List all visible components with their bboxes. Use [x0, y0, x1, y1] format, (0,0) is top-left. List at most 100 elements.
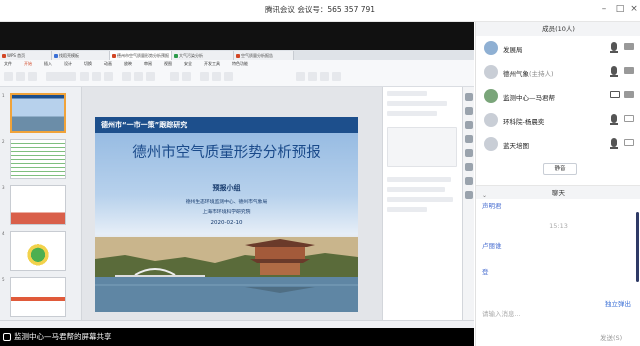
- mic-base: [610, 147, 618, 149]
- align-center-icon[interactable]: [134, 72, 143, 81]
- slide[interactable]: 德州市“一市一策”跟踪研究 德州市空气质量形势分析预报 预报小组 德州生态环境监…: [95, 117, 358, 312]
- share-banner-text: 监测中心—马君帮的屏幕共享: [14, 332, 112, 341]
- shared-screen: WPS 首页 找稻壳模板 德州市空气质量形势分析预报 大气污染分析 空气质量分析…: [0, 22, 474, 346]
- avatar: [484, 137, 498, 151]
- image-icon[interactable]: [224, 72, 233, 81]
- sidebar-icon[interactable]: [465, 177, 473, 185]
- arrange-icon[interactable]: [296, 72, 305, 81]
- sidebar-icon[interactable]: [465, 163, 473, 171]
- wps-window: WPS 首页 找稻壳模板 德州市空气质量形势分析预报 大气污染分析 空气质量分析…: [0, 50, 474, 330]
- wps-tab[interactable]: 空气质量分析报告: [234, 51, 294, 60]
- member-name: 发展局: [503, 46, 523, 54]
- wps-toolbar: [0, 69, 474, 87]
- sheet-icon: [174, 53, 178, 58]
- chat-title: 聊天: [552, 189, 565, 197]
- font-select[interactable]: [46, 72, 76, 81]
- textbox-icon[interactable]: [200, 72, 209, 81]
- close-icon[interactable]: ×: [628, 3, 640, 15]
- camera-icon[interactable]: [624, 67, 634, 74]
- cut-icon[interactable]: [16, 72, 25, 81]
- slide-thumbnail[interactable]: [10, 185, 66, 225]
- slide-org-line: 上海市环境科学研究院: [202, 210, 251, 215]
- pane-row[interactable]: [387, 207, 427, 212]
- wps-tab-bar: WPS 首页 找稻壳模板 德州市空气质量形势分析预报 大气污染分析 空气质量分析…: [0, 50, 474, 60]
- mic-icon[interactable]: [611, 138, 617, 147]
- mic-icon[interactable]: [611, 66, 617, 75]
- paste-icon[interactable]: [4, 72, 13, 81]
- menu-view[interactable]: 视图: [164, 61, 172, 67]
- slide-thumbnail[interactable]: [10, 93, 66, 133]
- sidebar-icon[interactable]: [465, 149, 473, 157]
- member-row[interactable]: 发展局: [476, 36, 640, 60]
- menu-design[interactable]: 设计: [64, 61, 72, 67]
- menu-features[interactable]: 特色功能: [232, 61, 248, 67]
- wps-tab-label: WPS 首页: [7, 53, 26, 58]
- screen-share-icon: [3, 333, 11, 341]
- menu-developer[interactable]: 开发工具: [204, 61, 220, 67]
- sidebar-icon[interactable]: [465, 93, 473, 101]
- align-right-icon[interactable]: [146, 72, 155, 81]
- pane-row[interactable]: [387, 177, 451, 182]
- ppt-icon: [236, 53, 240, 58]
- popout-chat-link[interactable]: 独立弹出: [605, 298, 631, 308]
- wps-tab[interactable]: 大气污染分析: [172, 51, 234, 60]
- replace-icon[interactable]: [332, 72, 341, 81]
- wps-tab-active[interactable]: 德州市空气质量形势分析预报: [110, 51, 172, 60]
- ppt-icon: [112, 53, 116, 58]
- wps-menu-bar: 文件 开始 插入 设计 切换 动画 放映 审阅 视图 安全 开发工具 特色功能: [0, 60, 474, 69]
- chat-input[interactable]: 请输入消息...: [482, 308, 632, 330]
- member-name: 环科院-杨晨奕: [503, 118, 545, 126]
- menu-file[interactable]: 文件: [4, 61, 12, 67]
- camera-off-icon[interactable]: [624, 115, 634, 122]
- menu-slideshow[interactable]: 放映: [124, 61, 132, 67]
- wps-tab[interactable]: WPS 首页: [0, 51, 52, 60]
- copy-icon[interactable]: [28, 72, 37, 81]
- wps-tab[interactable]: 找稻壳模板: [52, 51, 110, 60]
- slide-thumbnail[interactable]: [10, 231, 66, 271]
- pane-row[interactable]: [387, 111, 437, 116]
- member-row[interactable]: 蓝天培图: [476, 132, 640, 156]
- send-button[interactable]: 发送(S): [600, 332, 622, 342]
- camera-icon[interactable]: [624, 43, 634, 50]
- mic-base: [610, 123, 618, 125]
- minimize-icon[interactable]: –: [598, 3, 610, 15]
- sidebar-icon[interactable]: [465, 121, 473, 129]
- menu-security[interactable]: 安全: [184, 61, 192, 67]
- select-icon[interactable]: [308, 72, 317, 81]
- menu-transition[interactable]: 切换: [84, 61, 92, 67]
- pane-row[interactable]: [387, 197, 453, 202]
- sidebar-icon[interactable]: [465, 107, 473, 115]
- chat-scrollbar[interactable]: [636, 212, 639, 282]
- italic-icon[interactable]: [92, 72, 101, 81]
- underline-icon[interactable]: [104, 72, 113, 81]
- maximize-icon[interactable]: □: [614, 3, 626, 15]
- sidebar-icon[interactable]: [465, 191, 473, 199]
- menu-insert[interactable]: 插入: [44, 61, 52, 67]
- menu-home[interactable]: 开始: [24, 61, 32, 67]
- pane-row[interactable]: [387, 101, 447, 106]
- mute-all-button[interactable]: 静音: [543, 163, 577, 175]
- slide-thumbnail[interactable]: [10, 277, 66, 317]
- member-name: 德州气象(主持人): [503, 68, 554, 78]
- mic-icon[interactable]: [611, 114, 617, 123]
- align-left-icon[interactable]: [122, 72, 131, 81]
- avatar: [484, 65, 498, 79]
- camera-off-icon[interactable]: [624, 139, 634, 146]
- pane-row[interactable]: [387, 187, 445, 192]
- template-icon: [54, 53, 58, 58]
- shape-icon[interactable]: [212, 72, 221, 81]
- menu-review[interactable]: 审阅: [144, 61, 152, 67]
- member-row[interactable]: 德州气象(主持人): [476, 60, 640, 84]
- member-row[interactable]: 监测中心—马君帮: [476, 84, 640, 108]
- sidebar-icon[interactable]: [465, 135, 473, 143]
- bold-icon[interactable]: [80, 72, 89, 81]
- layout-icon[interactable]: [182, 72, 191, 81]
- menu-animation[interactable]: 动画: [104, 61, 112, 67]
- camera-icon[interactable]: [624, 91, 634, 98]
- find-icon[interactable]: [320, 72, 329, 81]
- slide-thumbnail[interactable]: [10, 139, 66, 179]
- mic-icon[interactable]: [611, 42, 617, 51]
- chat-timestamp: 15:13: [549, 222, 568, 230]
- member-row[interactable]: 环科院-杨晨奕: [476, 108, 640, 132]
- new-slide-icon[interactable]: [170, 72, 179, 81]
